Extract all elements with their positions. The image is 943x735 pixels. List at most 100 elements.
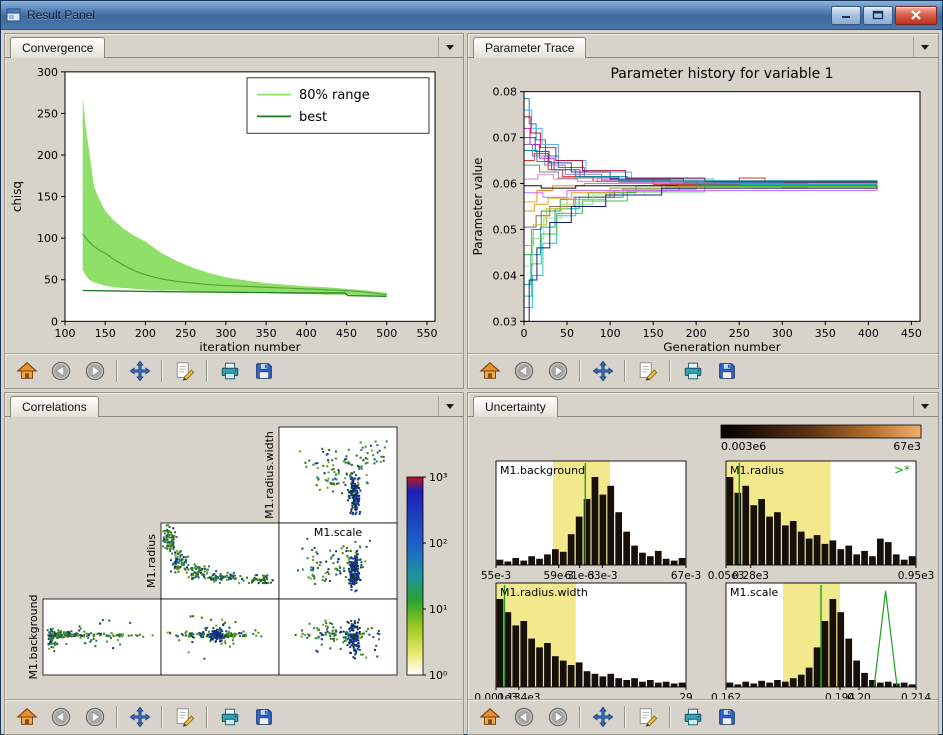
svg-text:0.04: 0.04 xyxy=(493,269,518,282)
save-button[interactable] xyxy=(712,703,741,732)
tab-correlations[interactable]: Correlations xyxy=(10,396,99,417)
toolbar-separator xyxy=(669,360,671,382)
svg-text:10²: 10² xyxy=(429,537,447,550)
back-button[interactable] xyxy=(509,357,538,386)
pan-icon xyxy=(129,360,151,382)
svg-text:350: 350 xyxy=(256,327,277,340)
svg-text:200: 200 xyxy=(135,327,156,340)
minimize-button[interactable] xyxy=(831,6,861,25)
print-button[interactable] xyxy=(215,357,244,386)
home-button[interactable] xyxy=(12,357,41,386)
convergence-dropdown[interactable] xyxy=(438,37,461,57)
forward-button[interactable] xyxy=(80,703,109,732)
edit-button[interactable] xyxy=(170,357,199,386)
svg-text:M1.scale: M1.scale xyxy=(314,526,363,539)
home-button[interactable] xyxy=(475,703,504,732)
toolbar-separator xyxy=(669,706,671,728)
correlations-panel: Correlations M1.scale M1.radius.width M1.r… xyxy=(4,392,464,735)
tab-uncertainty[interactable]: Uncertainty xyxy=(473,396,558,417)
svg-text:400: 400 xyxy=(858,327,879,340)
svg-text:100: 100 xyxy=(37,232,58,245)
printer-icon xyxy=(219,360,241,382)
printer-icon xyxy=(219,706,241,728)
toolbar-separator xyxy=(161,360,163,382)
edit-button[interactable] xyxy=(633,703,662,732)
printer-icon xyxy=(682,706,704,728)
print-button[interactable] xyxy=(678,357,707,386)
back-icon xyxy=(513,360,535,382)
tab-parameter-trace[interactable]: Parameter Trace xyxy=(473,37,586,58)
home-button[interactable] xyxy=(475,357,504,386)
tab-convergence[interactable]: Convergence xyxy=(10,37,105,58)
correlations-chart[interactable]: M1.scaleM1.radius.widthM1.radiusM1.backg… xyxy=(5,417,463,699)
convergence-canvas[interactable]: 1001502002503003504004505005500501001502… xyxy=(5,58,463,353)
correlations-canvas[interactable]: M1.scaleM1.radius.widthM1.radiusM1.backg… xyxy=(5,417,463,699)
parameter-trace-chart[interactable]: 0501001502002503003504004500.030.040.050… xyxy=(468,58,938,353)
convergence-toolbar xyxy=(5,353,463,388)
pan-button[interactable] xyxy=(588,703,617,732)
pan-button[interactable] xyxy=(588,357,617,386)
pan-icon xyxy=(592,360,614,382)
titlebar[interactable]: Result Panel xyxy=(1,1,942,30)
svg-text:10³: 10³ xyxy=(429,471,447,484)
svg-text:M1.radius: M1.radius xyxy=(145,534,158,588)
trace-dropdown[interactable] xyxy=(913,37,936,57)
save-button[interactable] xyxy=(249,357,278,386)
svg-text:80% range: 80% range xyxy=(299,88,370,103)
save-button[interactable] xyxy=(249,703,278,732)
back-button[interactable] xyxy=(509,703,538,732)
svg-text:0.214: 0.214 xyxy=(901,692,931,699)
svg-text:M1.radius.width: M1.radius.width xyxy=(500,586,588,599)
svg-text:10⁰: 10⁰ xyxy=(429,669,448,682)
uncertainty-chart[interactable]: 0.003e667e3M1.background55e-359e-361e-36… xyxy=(468,417,938,699)
svg-text:100: 100 xyxy=(600,327,621,340)
maximize-icon xyxy=(872,10,884,20)
maximize-button[interactable] xyxy=(863,6,893,25)
forward-button[interactable] xyxy=(543,357,572,386)
forward-button[interactable] xyxy=(543,703,572,732)
edit-button[interactable] xyxy=(633,357,662,386)
uncertainty-tabstrip: Uncertainty xyxy=(468,393,938,417)
back-icon xyxy=(50,706,72,728)
tab-label: Correlations xyxy=(22,400,87,414)
edit-button[interactable] xyxy=(170,703,199,732)
edit-icon xyxy=(174,706,196,728)
forward-icon xyxy=(547,706,569,728)
svg-text:300: 300 xyxy=(215,327,236,340)
back-button[interactable] xyxy=(46,357,75,386)
svg-text:350: 350 xyxy=(815,327,836,340)
back-button[interactable] xyxy=(46,703,75,732)
toolbar-separator xyxy=(161,706,163,728)
uncertainty-canvas[interactable]: 0.003e667e3M1.background55e-359e-361e-36… xyxy=(468,417,938,699)
close-button[interactable] xyxy=(895,6,937,25)
svg-text:0.95e3: 0.95e3 xyxy=(898,570,935,582)
pan-button[interactable] xyxy=(125,357,154,386)
save-button[interactable] xyxy=(712,357,741,386)
svg-text:iteration number: iteration number xyxy=(199,340,300,353)
toolbar-separator xyxy=(624,360,626,382)
svg-text:50: 50 xyxy=(560,327,574,340)
print-button[interactable] xyxy=(678,703,707,732)
pan-button[interactable] xyxy=(125,703,154,732)
print-button[interactable] xyxy=(215,703,244,732)
svg-text:M1.radius.width: M1.radius.width xyxy=(263,431,276,519)
pan-icon xyxy=(129,706,151,728)
svg-text:300: 300 xyxy=(772,327,793,340)
svg-text:100: 100 xyxy=(55,327,76,340)
forward-button[interactable] xyxy=(80,357,109,386)
svg-text:0.03: 0.03 xyxy=(493,315,518,328)
trace-canvas[interactable]: 0501001502002503003504004500.030.040.050… xyxy=(468,58,938,353)
chevron-down-icon xyxy=(446,45,454,50)
uncertainty-dropdown[interactable] xyxy=(913,396,936,416)
svg-text:M1.background: M1.background xyxy=(500,464,585,477)
svg-text:0: 0 xyxy=(520,327,527,340)
svg-text:0.05: 0.05 xyxy=(493,223,517,236)
svg-text:450: 450 xyxy=(901,327,922,340)
svg-text:63e-3: 63e-3 xyxy=(587,570,617,582)
convergence-chart[interactable]: 1001502002503003504004505005500501001502… xyxy=(5,58,463,353)
edit-icon xyxy=(174,360,196,382)
close-icon xyxy=(910,10,922,20)
home-button[interactable] xyxy=(12,703,41,732)
correlations-dropdown[interactable] xyxy=(438,396,461,416)
app-icon xyxy=(6,7,22,23)
